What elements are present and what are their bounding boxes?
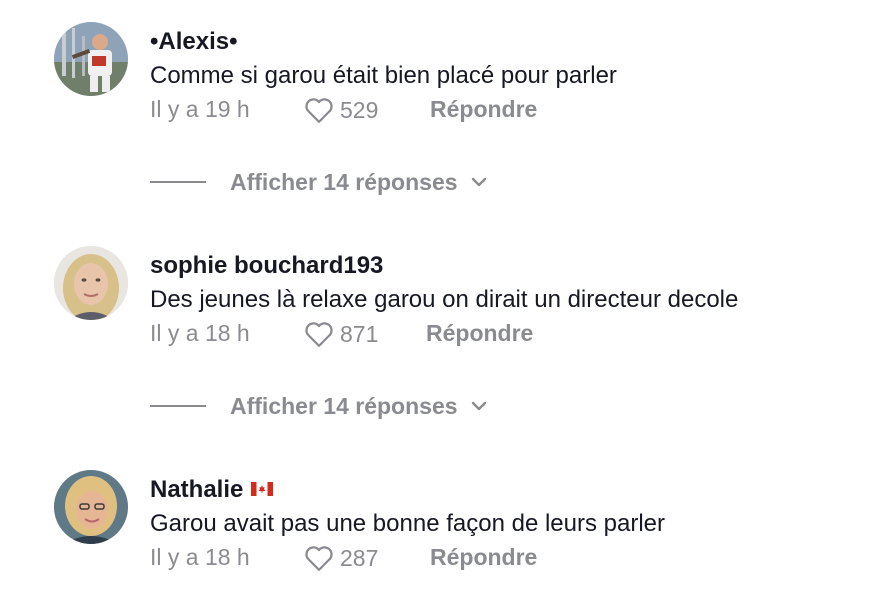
divider-line <box>150 181 206 183</box>
heart-icon <box>305 98 333 123</box>
reply-button[interactable]: Répondre <box>430 544 537 571</box>
avatar[interactable] <box>54 22 128 96</box>
like-button[interactable]: 529 <box>304 96 378 124</box>
comment-text: Des jeunes là relaxe garou on dirait un … <box>150 286 739 313</box>
comment-username-label: Nathalie <box>150 476 244 503</box>
comment-username[interactable]: •Alexis• <box>150 28 238 56</box>
comment-time: Il y a 18 h <box>150 544 250 570</box>
view-replies-button[interactable]: Afficher 14 réponses <box>150 390 488 422</box>
chevron-down-icon <box>471 401 486 411</box>
comment-text: Comme si garou était bien placé pour par… <box>150 62 617 89</box>
reply-button[interactable]: Répondre <box>426 320 533 347</box>
divider-line <box>150 405 206 407</box>
like-count: 287 <box>340 544 379 571</box>
comment-text: Garou avait pas une bonne façon de leurs… <box>150 510 666 537</box>
heart-icon <box>305 322 333 347</box>
like-button[interactable]: 287 <box>304 544 378 572</box>
chevron-down-icon <box>471 177 486 187</box>
like-count: 529 <box>340 96 379 123</box>
comment-username[interactable]: sophie bouchard193 <box>150 252 383 280</box>
view-replies-label: Afficher 14 réponses <box>230 168 458 195</box>
heart-icon <box>305 546 333 571</box>
comment-username[interactable]: Nathalie <box>150 476 274 504</box>
avatar[interactable] <box>54 246 128 320</box>
like-button[interactable]: 871 <box>304 320 378 348</box>
avatar[interactable] <box>54 470 128 544</box>
like-count: 871 <box>340 320 379 347</box>
comment-time: Il y a 19 h <box>150 96 250 122</box>
reply-button[interactable]: Répondre <box>430 96 537 123</box>
view-replies-label: Afficher 14 réponses <box>230 392 458 419</box>
comment-time: Il y a 18 h <box>150 320 250 346</box>
view-replies-button[interactable]: Afficher 14 réponses <box>150 166 488 198</box>
canada-flag-icon <box>251 481 274 496</box>
